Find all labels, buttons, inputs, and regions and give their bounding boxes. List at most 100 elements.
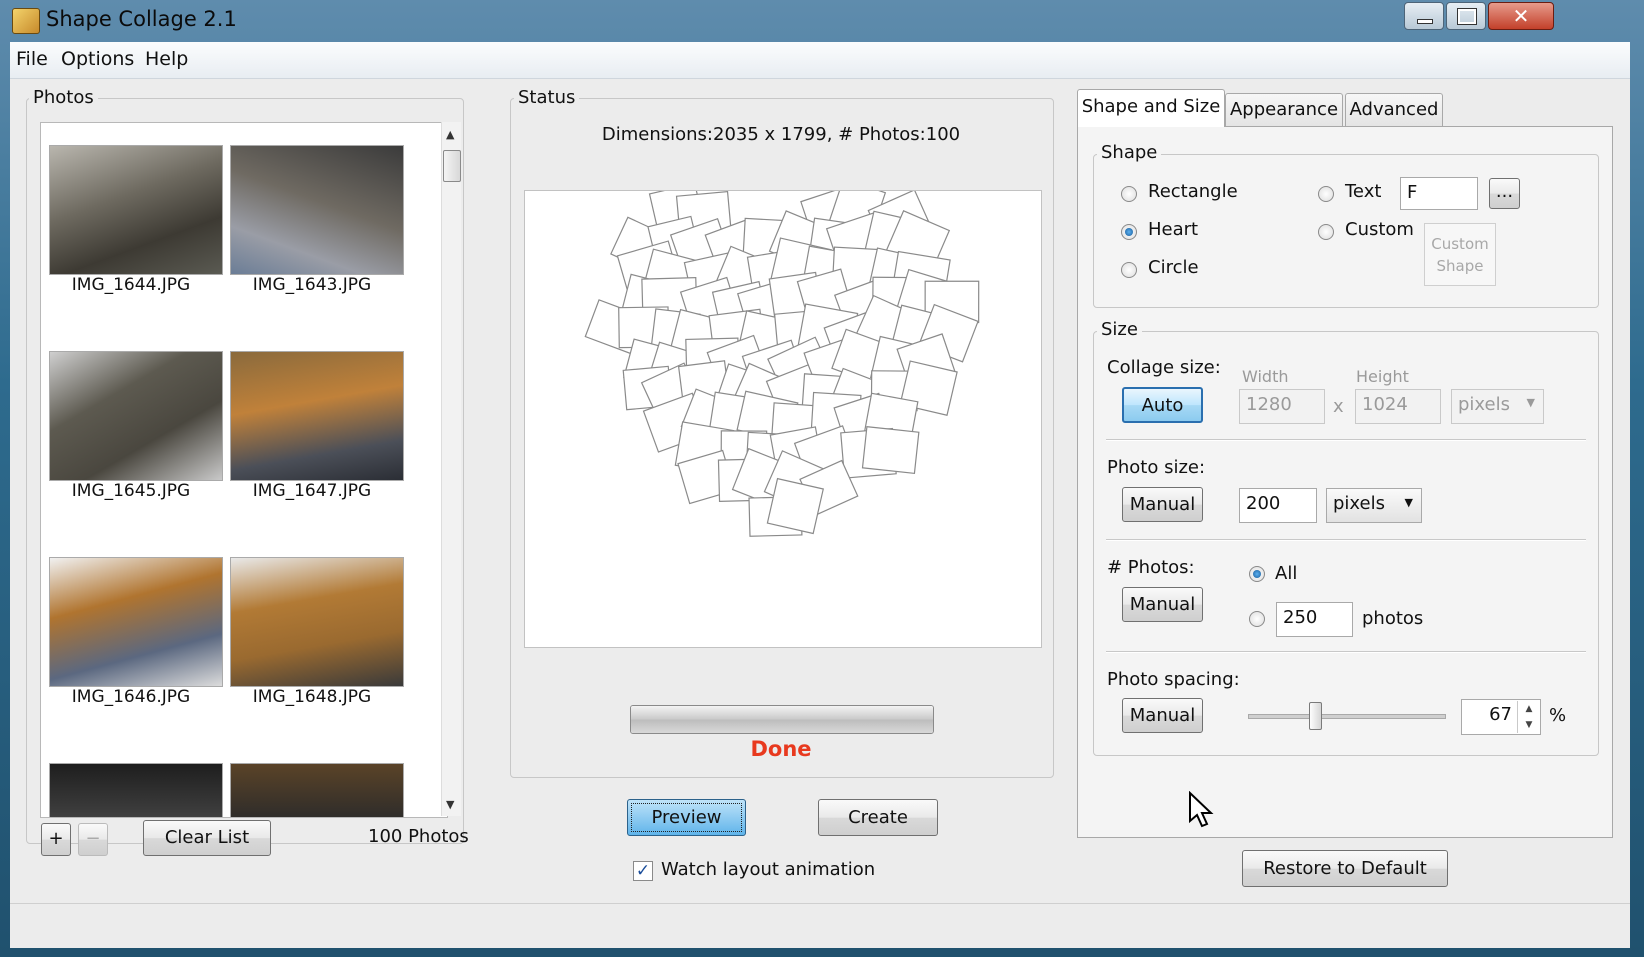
status-legend: Status bbox=[514, 87, 580, 108]
photo-list-scrollbar[interactable]: ▲ ▼ bbox=[441, 122, 461, 816]
custom-shape-line2: Shape bbox=[1436, 257, 1484, 275]
menu-bar: File Options Help bbox=[10, 42, 1630, 79]
mouse-cursor-icon bbox=[1189, 791, 1214, 828]
shape-heart-radio[interactable] bbox=[1121, 224, 1137, 240]
photo-filename: IMG_1646.JPG bbox=[71, 687, 191, 707]
progress-fill bbox=[631, 706, 933, 733]
scroll-down-icon[interactable]: ▼ bbox=[446, 798, 454, 811]
chevron-down-icon: ▼ bbox=[1526, 396, 1535, 409]
photo-size-units-select[interactable]: pixels ▼ bbox=[1326, 488, 1422, 523]
remove-photo-button[interactable]: − bbox=[78, 823, 108, 856]
divider bbox=[1106, 651, 1586, 653]
shape-heart-label: Heart bbox=[1148, 219, 1199, 240]
shape-text-radio[interactable] bbox=[1318, 186, 1334, 202]
restore-default-button[interactable]: Restore to Default bbox=[1242, 850, 1448, 887]
tab-shape-and-size[interactable]: Shape and Size bbox=[1077, 89, 1225, 127]
collage-preview bbox=[524, 178, 1042, 648]
menu-options[interactable]: Options bbox=[61, 48, 134, 70]
collage-units-select[interactable]: pixels ▼ bbox=[1451, 389, 1544, 424]
heart-collage-preview bbox=[584, 178, 980, 537]
progress-bar bbox=[630, 705, 934, 734]
shape-text-label: Text bbox=[1345, 181, 1382, 202]
num-photos-manual-button[interactable]: Manual bbox=[1122, 587, 1203, 622]
spinner-down-icon[interactable]: ▼ bbox=[1518, 717, 1540, 733]
minimize-button[interactable] bbox=[1404, 2, 1444, 30]
photo-size-input[interactable]: 200 bbox=[1239, 488, 1317, 523]
num-photos-label: # Photos: bbox=[1107, 557, 1195, 578]
shape-custom-label: Custom bbox=[1345, 219, 1414, 240]
photo-thumbnail[interactable] bbox=[49, 557, 223, 687]
checkmark-icon: ✓ bbox=[635, 861, 651, 881]
shape-text-input[interactable]: F bbox=[1400, 177, 1478, 210]
collage-size-label: Collage size: bbox=[1107, 357, 1221, 378]
menu-file[interactable]: File bbox=[16, 48, 48, 70]
slider-track bbox=[1248, 714, 1446, 719]
num-photos-all-radio[interactable] bbox=[1249, 566, 1265, 582]
clear-list-button[interactable]: Clear List bbox=[143, 820, 271, 856]
spinner-up-icon[interactable]: ▲ bbox=[1518, 701, 1540, 717]
photo-spacing-slider[interactable] bbox=[1248, 700, 1446, 732]
photo-thumbnail[interactable] bbox=[230, 145, 404, 275]
tab-appearance[interactable]: Appearance bbox=[1225, 93, 1343, 126]
photo-filename: IMG_1647.JPG bbox=[252, 481, 372, 501]
chevron-down-icon: ▼ bbox=[1404, 496, 1413, 509]
progress-status-text: Done bbox=[750, 737, 812, 761]
photo-filename: IMG_1644.JPG bbox=[71, 275, 191, 295]
width-label: Width bbox=[1242, 367, 1289, 386]
times-label: x bbox=[1333, 396, 1344, 417]
photo-spacing-manual-button[interactable]: Manual bbox=[1122, 698, 1203, 733]
num-photos-custom-radio[interactable] bbox=[1249, 611, 1265, 627]
photo-thumbnail[interactable] bbox=[230, 351, 404, 481]
shape-rectangle-label: Rectangle bbox=[1148, 181, 1238, 202]
shape-circle-label: Circle bbox=[1148, 257, 1199, 278]
photo-size-label: Photo size: bbox=[1107, 457, 1206, 478]
close-icon: ✕ bbox=[1512, 4, 1530, 28]
collage-units-value: pixels bbox=[1458, 394, 1510, 415]
photo-thumbnail[interactable] bbox=[49, 145, 223, 275]
divider bbox=[1106, 439, 1586, 441]
slider-thumb[interactable] bbox=[1309, 702, 1322, 730]
preview-button[interactable]: Preview bbox=[627, 799, 746, 836]
tab-advanced[interactable]: Advanced bbox=[1345, 93, 1443, 126]
photo-spacing-label: Photo spacing: bbox=[1107, 669, 1240, 690]
watch-animation-checkbox[interactable]: ✓ bbox=[633, 861, 653, 881]
app-icon bbox=[12, 8, 40, 34]
collage-width-input[interactable]: 1280 bbox=[1239, 389, 1325, 424]
photo-filename: IMG_1645.JPG bbox=[71, 481, 191, 501]
add-photo-button[interactable]: + bbox=[41, 823, 71, 856]
shape-rectangle-radio[interactable] bbox=[1121, 186, 1137, 202]
create-button[interactable]: Create bbox=[818, 799, 938, 836]
photo-thumbnail[interactable] bbox=[230, 763, 404, 817]
font-select-button[interactable]: ... bbox=[1489, 178, 1520, 209]
collage-height-input[interactable]: 1024 bbox=[1355, 389, 1441, 424]
photo-thumbnail[interactable] bbox=[49, 763, 223, 817]
num-photos-input[interactable]: 250 bbox=[1276, 602, 1353, 637]
maximize-icon bbox=[1457, 8, 1477, 25]
scroll-thumb[interactable] bbox=[443, 150, 461, 182]
menu-help[interactable]: Help bbox=[145, 48, 188, 70]
photos-legend: Photos bbox=[29, 87, 98, 108]
collage-photo-frame bbox=[861, 426, 920, 475]
photo-thumbnail[interactable] bbox=[230, 557, 404, 687]
photo-thumbnail[interactable] bbox=[49, 351, 223, 481]
custom-shape-button[interactable]: Custom Shape bbox=[1424, 223, 1496, 286]
size-legend: Size bbox=[1097, 319, 1142, 340]
collage-size-auto-button[interactable]: Auto bbox=[1122, 387, 1203, 423]
photo-size-manual-button[interactable]: Manual bbox=[1122, 487, 1203, 522]
spacing-spinner[interactable]: ▲ ▼ bbox=[1517, 701, 1540, 733]
photo-spacing-percent: % bbox=[1549, 705, 1567, 726]
maximize-button[interactable] bbox=[1446, 2, 1486, 30]
title-bar[interactable]: Shape Collage 2.1 ✕ bbox=[0, 0, 1644, 42]
shape-custom-radio[interactable] bbox=[1318, 224, 1334, 240]
status-bar-divider bbox=[10, 903, 1630, 904]
photo-size-units-value: pixels bbox=[1333, 493, 1385, 514]
photo-filename: IMG_1643.JPG bbox=[252, 275, 372, 295]
shape-circle-radio[interactable] bbox=[1121, 262, 1137, 278]
scroll-up-icon[interactable]: ▲ bbox=[446, 128, 454, 141]
close-button[interactable]: ✕ bbox=[1488, 2, 1554, 30]
shape-legend: Shape bbox=[1097, 142, 1162, 163]
num-photos-units: photos bbox=[1362, 608, 1424, 629]
collage-photo-frame bbox=[766, 477, 824, 535]
photo-list[interactable]: IMG_1644.JPG IMG_1643.JPG IMG_1645.JPG I… bbox=[40, 122, 448, 818]
photo-filename: IMG_1648.JPG bbox=[252, 687, 372, 707]
